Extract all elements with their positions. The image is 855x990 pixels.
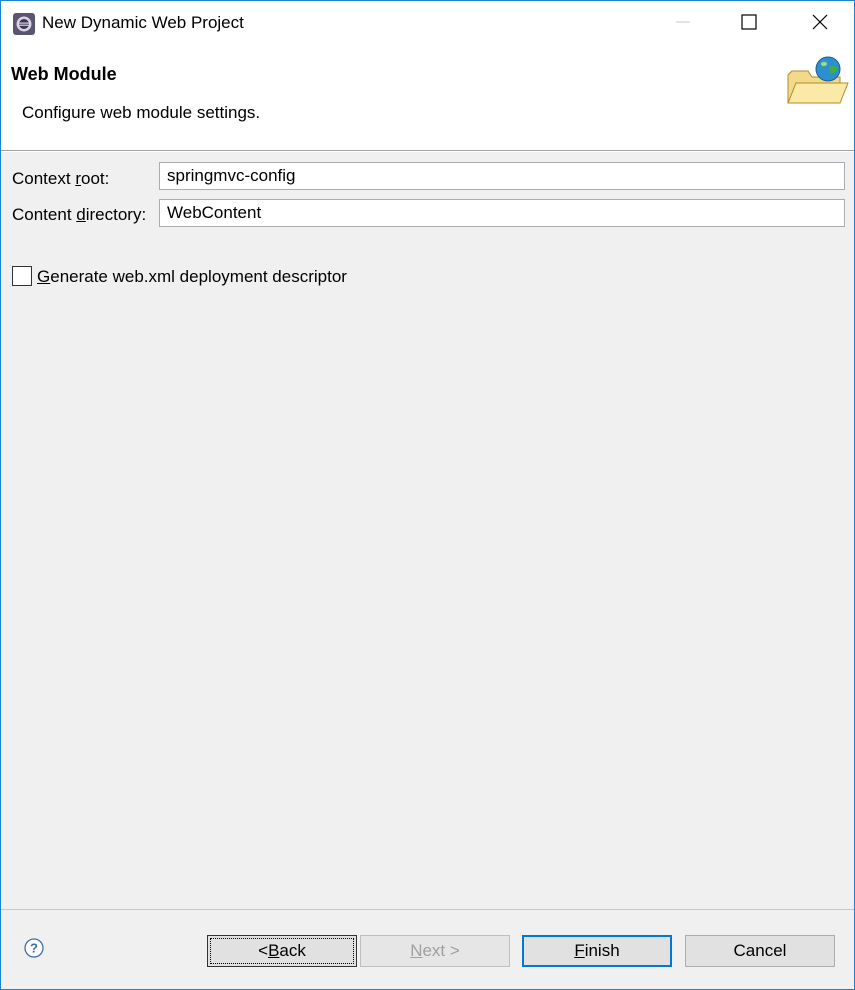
help-icon[interactable]: ? <box>24 938 44 958</box>
svg-text:?: ? <box>30 941 38 956</box>
minimize-icon <box>676 14 690 34</box>
generate-descriptor-label[interactable]: Generate web.xml deployment descriptor <box>37 267 347 287</box>
context-root-label: Context root: <box>12 169 110 188</box>
page-title: Web Module <box>11 64 117 84</box>
close-icon <box>812 14 828 35</box>
close-button[interactable] <box>785 1 854 47</box>
eclipse-icon <box>12 12 36 36</box>
cancel-button[interactable]: Cancel <box>685 935 835 967</box>
maximize-icon <box>741 13 757 35</box>
window-title: New Dynamic Web Project <box>42 13 244 32</box>
next-button[interactable]: Next > <box>360 935 510 967</box>
content-directory-label: Content directory: <box>12 205 147 224</box>
maximize-button[interactable] <box>714 1 784 47</box>
back-button[interactable]: < Back <box>207 935 357 967</box>
finish-button[interactable]: Finish <box>522 935 672 967</box>
title-bar: New Dynamic Web Project <box>1 1 854 47</box>
page-description: Configure web module settings. <box>22 103 261 122</box>
context-root-input[interactable] <box>159 162 845 190</box>
dialog-window: New Dynamic Web Project Web Module Confi… <box>0 0 855 990</box>
content-directory-input[interactable] <box>159 199 845 227</box>
minimize-button[interactable] <box>648 1 718 47</box>
banner-divider-highlight <box>1 151 854 152</box>
generate-descriptor-checkbox[interactable] <box>12 266 32 286</box>
footer-divider <box>1 909 854 910</box>
wizard-banner: Web Module Configure web module settings… <box>1 47 854 150</box>
folder-globe-icon <box>782 53 852 113</box>
